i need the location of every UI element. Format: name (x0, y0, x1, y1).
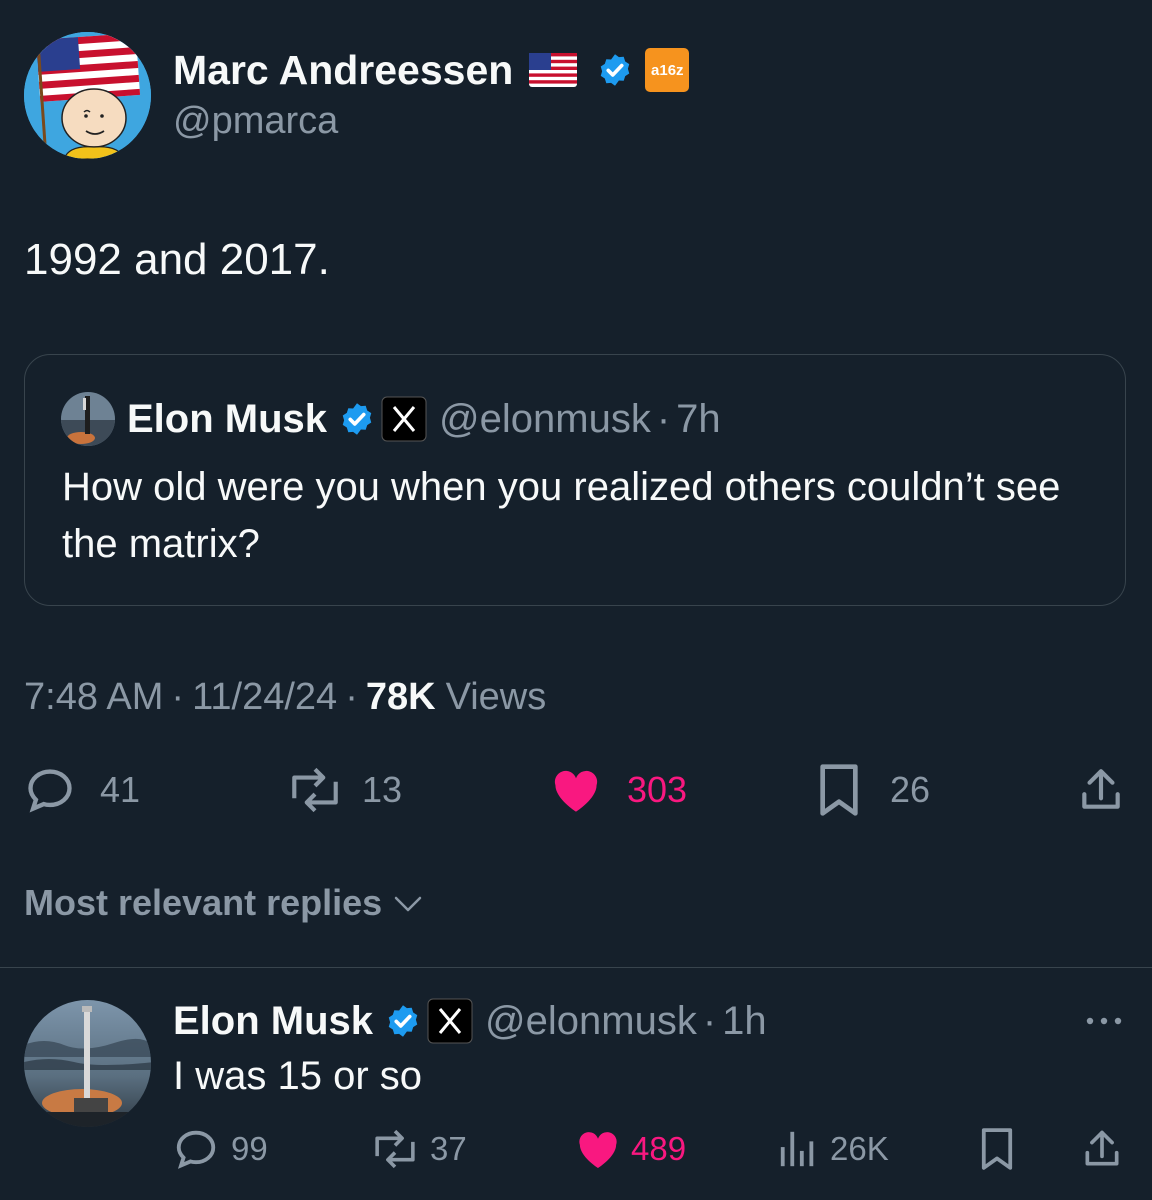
reply-verified-badge-icon[interactable] (385, 1003, 421, 1039)
bookmark-icon (818, 762, 860, 818)
share-button[interactable] (1076, 764, 1126, 816)
bookmark-button[interactable]: 26 (818, 762, 930, 818)
us-flag-icon (529, 53, 578, 87)
quoted-tweet-text: How old were you when you realized other… (62, 465, 1061, 566)
tweet-text: 1992 and 2017. (24, 235, 330, 284)
quoted-author-avatar (61, 392, 115, 446)
reply-like-button[interactable]: 489 (575, 1126, 686, 1172)
x-affiliation-icon (381, 396, 427, 442)
like-button[interactable]: 303 (550, 762, 687, 818)
separator-dot: · (171, 675, 185, 718)
separator-dot: · (656, 396, 671, 441)
more-options-button[interactable] (1084, 1006, 1124, 1036)
views-chart-icon (778, 1128, 818, 1170)
starship-launch-avatar-image (24, 1000, 151, 1127)
reply-icon (24, 764, 76, 816)
reply-repost-button[interactable]: 37 (370, 1126, 467, 1172)
bookmark-count: 26 (890, 769, 931, 810)
reply-button[interactable]: 41 (24, 762, 140, 818)
repost-icon (286, 764, 344, 816)
reply-text: I was 15 or so (173, 1054, 423, 1098)
quoted-author-name: Elon Musk (127, 396, 328, 441)
reply-x-affiliation-icon[interactable] (427, 998, 473, 1044)
views-label: Views (445, 675, 547, 718)
reply-repost-count: 37 (430, 1130, 467, 1167)
chevron-down-icon (392, 892, 424, 914)
share-icon (1076, 765, 1126, 815)
quoted-tweet-age: 7h (676, 396, 721, 441)
views-count[interactable]: 78K (366, 676, 436, 719)
share-icon (1080, 1127, 1124, 1171)
like-count: 303 (627, 769, 688, 810)
separator-dot: · (345, 675, 358, 718)
repost-icon (370, 1127, 420, 1171)
reply-like-count: 489 (631, 1130, 687, 1167)
quoted-tweet-card[interactable]: Elon Musk @elonmusk · 7h How old were yo… (24, 354, 1126, 606)
replies-sort-label: Most relevant replies (24, 882, 383, 923)
reply-share-button[interactable] (1080, 1126, 1124, 1172)
reply-author-name[interactable]: Elon Musk (173, 999, 373, 1044)
section-divider (0, 967, 1152, 968)
quoted-author-handle: @elonmusk (439, 396, 651, 441)
reply-reply-button[interactable]: 99 (173, 1126, 268, 1172)
reply-icon (173, 1126, 219, 1172)
reply-count: 41 (100, 769, 141, 810)
repost-button[interactable]: 13 (286, 762, 402, 818)
heart-icon (575, 1128, 621, 1170)
reply-bookmark-button[interactable] (980, 1126, 1014, 1172)
author-name[interactable]: Marc Andreessen (173, 47, 513, 94)
reply-author-avatar[interactable] (24, 1000, 151, 1127)
quoted-verified-badge-icon (339, 401, 375, 437)
charlie-brown-flag-avatar-image (24, 32, 151, 159)
tweet-timestamp[interactable]: 7:48 AM (24, 676, 163, 719)
verified-badge-icon[interactable] (597, 52, 633, 88)
heart-icon (550, 766, 602, 814)
replies-sort-dropdown[interactable]: Most relevant replies (24, 880, 424, 926)
tweet-date[interactable]: 11/24/24 (192, 676, 337, 719)
reply-author-handle[interactable]: @elonmusk (485, 999, 697, 1044)
bookmark-icon (980, 1126, 1014, 1172)
reply-views-count: 26K (830, 1130, 889, 1167)
repost-count: 13 (362, 769, 403, 810)
reply-age[interactable]: 1h (722, 999, 767, 1044)
author-handle[interactable]: @pmarca (173, 100, 338, 143)
more-dots-icon (1086, 1017, 1122, 1025)
affiliate-badge-label: a16z (651, 61, 684, 79)
author-avatar[interactable] (24, 32, 151, 159)
reply-reply-count: 99 (231, 1130, 268, 1167)
affiliate-badge-a16z[interactable]: a16z (645, 48, 690, 92)
starship-tower-avatar-image (61, 392, 115, 446)
separator-dot: · (702, 998, 717, 1043)
reply-views-button[interactable]: 26K (778, 1126, 889, 1172)
